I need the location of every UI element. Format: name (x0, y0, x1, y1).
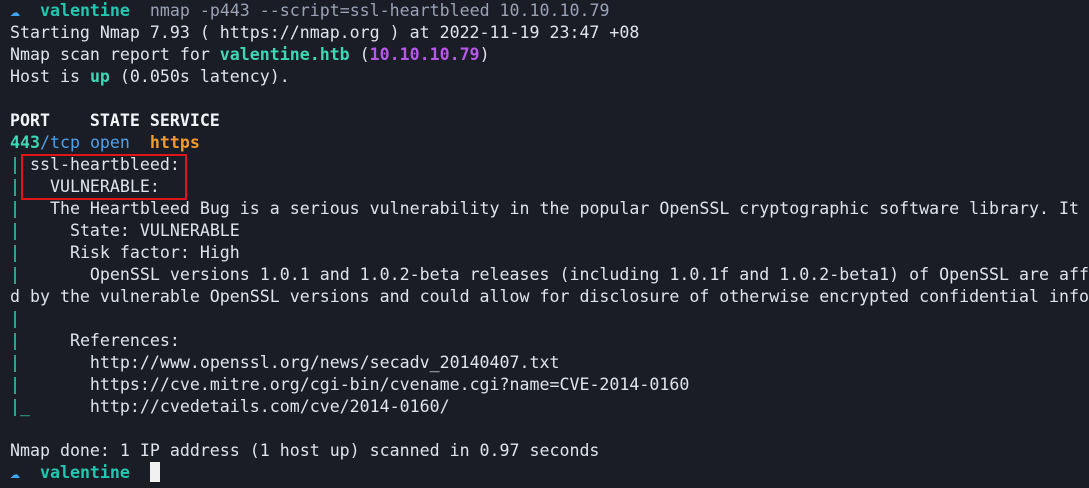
references-line: | References: (10, 331, 180, 350)
port-number: 443 (10, 133, 40, 152)
state-line: | State: VULNERABLE (10, 221, 240, 240)
cloud-icon: ☁ (10, 1, 20, 20)
output-starting: Starting Nmap 7.93 ( https://nmap.org ) … (10, 23, 640, 42)
versions-line: | OpenSSL versions 1.0.1 and 1.0.2-beta … (10, 265, 1089, 284)
output-host-status: Host is up (0.050s latency). (10, 67, 290, 86)
text-cursor (149, 462, 160, 482)
output-report: Nmap scan report for valentine.htb (10.1… (10, 45, 490, 64)
report-ip: 10.10.10.79 (369, 45, 480, 64)
command-text: nmap -p443 --script=ssl-heartbleed 10.10… (149, 1, 610, 20)
script-name-line: | ssl-heartbleed: (10, 154, 1089, 176)
port-service: https (149, 133, 200, 152)
prompt-line-command: ☁ valentine nmap -p443 --script=ssl-hear… (10, 0, 1089, 22)
port-protocol: /tcp (39, 133, 80, 152)
port-table-header: PORT STATE SERVICE (10, 111, 220, 130)
vulnerable-label-line: | VULNERABLE: (10, 177, 160, 196)
terminal-window[interactable]: ☁ valentine nmap -p443 --script=ssl-hear… (0, 0, 1089, 488)
description-line: | The Heartbleed Bug is a serious vulner… (10, 199, 1079, 218)
vulnerable-label: VULNERABLE: (20, 177, 160, 196)
reference-link-1: | http://www.openssl.org/news/secadv_201… (10, 353, 560, 372)
prompt-line-current[interactable]: ☁ valentine (10, 462, 1089, 484)
script-name: ssl-heartbleed: (20, 155, 180, 174)
reference-link-3: |_ http://cvedetails.com/cve/2014-0160/ (10, 397, 450, 416)
port-state: open (79, 133, 150, 152)
prompt-hostname: valentine (39, 1, 130, 20)
host-state: up (89, 67, 110, 86)
bar-empty-line: | (10, 309, 20, 328)
script-bar: | (10, 155, 20, 174)
port-row: 443/tcp open https (10, 132, 1089, 154)
reference-link-2: | https://cve.mitre.org/cgi-bin/cvename.… (10, 375, 690, 394)
cloud-icon: ☁ (10, 463, 20, 482)
output-done: Nmap done: 1 IP address (1 host up) scan… (10, 441, 600, 460)
report-hostname: valentine.htb (219, 45, 350, 64)
prompt-hostname: valentine (39, 463, 130, 482)
versions-wrap-line: d by the vulnerable OpenSSL versions and… (10, 287, 1089, 306)
risk-line: | Risk factor: High (10, 243, 240, 262)
